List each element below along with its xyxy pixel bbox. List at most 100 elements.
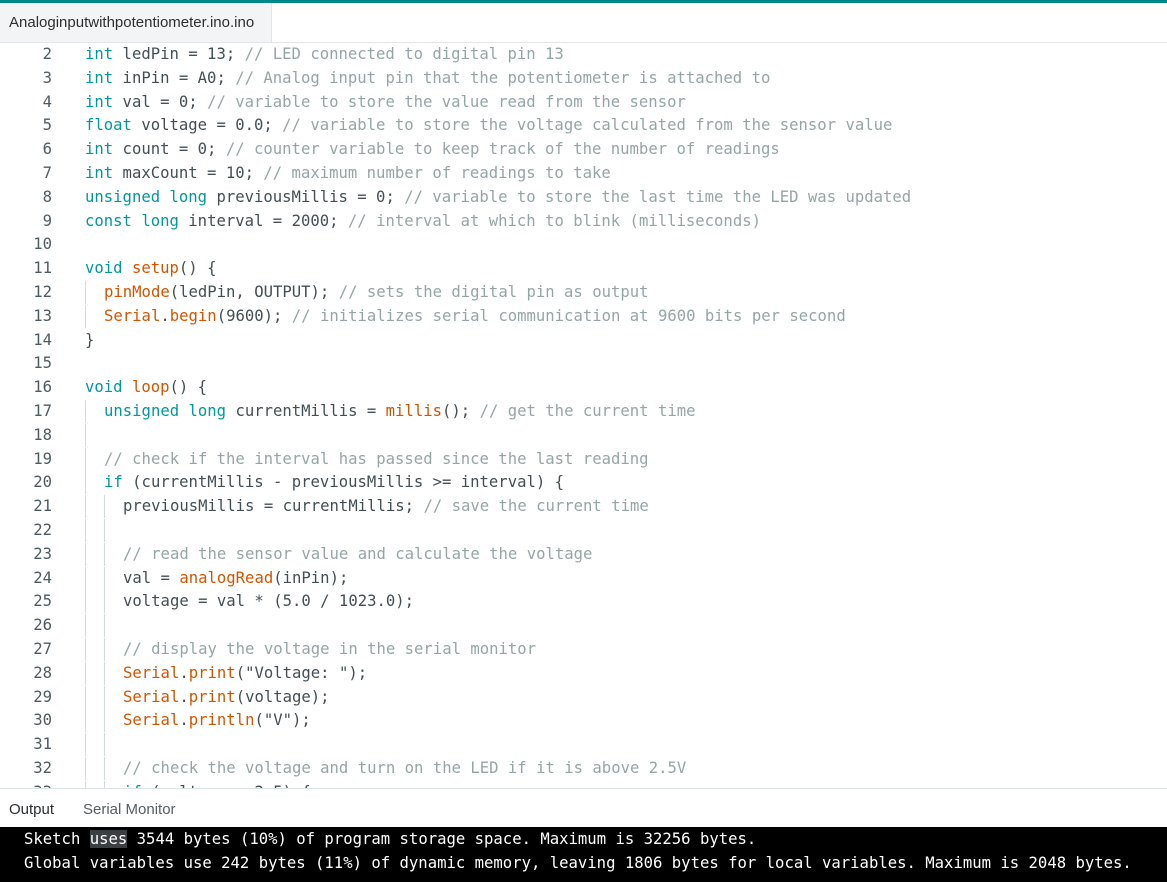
indent-guide [85,590,86,614]
indent-guide [104,519,105,542]
console-highlight: uses [89,830,128,848]
code-token: // save the current time [423,497,649,516]
code-token: long [169,187,208,206]
code-text: int val = 0; // variable to store the va… [85,91,686,114]
code-text: voltage = val * (5.0 / 1023.0); [123,590,414,613]
code-token: // Analog input pin that the potentiomet… [235,68,771,87]
code-token: val = [123,568,180,587]
code-text: Serial.begin(9600); // initializes seria… [104,305,846,328]
code-token: pinMode [104,283,170,301]
code-token: . [179,711,189,730]
code-text: // check the voltage and turn on the LED… [123,757,686,780]
code-token: setup [131,259,179,278]
line-number: 24 [33,568,52,587]
code-line: 20 if (currentMillis - previousMillis >= … [0,471,1167,495]
code-line: 17 unsigned long currentMillis = millis()… [0,400,1167,423]
code-editor[interactable]: 2 int ledPin = 13; // LED connected to di… [0,43,1167,788]
code-token: voltage = val * (5.0 / 1023.0); [123,592,415,611]
code-text: int inPin = A0; // Analog input pin that… [85,67,770,90]
indent-guide [104,780,105,788]
line-number: 9 [42,211,52,230]
code-text: val = analogRead(inPin); [123,567,348,590]
code-token: inPin = A0; [113,68,236,87]
code-text: // display the voltage in the serial mon… [123,638,536,661]
code-text: pinMode(ledPin, OUTPUT); // sets the dig… [104,281,649,304]
code-line: 32 // check the voltage and turn on the L… [0,757,1167,780]
code-text: float voltage = 0.0; // variable to stor… [85,114,892,137]
line-number: 23 [33,544,52,563]
indent-guide [85,423,86,447]
code-line: 2 int ledPin = 13; // LED connected to di… [0,43,1167,66]
line-number: 13 [33,306,52,325]
code-token: print [188,687,236,706]
indent-guide [104,566,105,590]
line-number: 5 [42,116,52,135]
code-text: void loop() { [85,376,207,399]
line-number: 22 [33,521,52,539]
code-line: 25 voltage = val * (5.0 / 1023.0); [0,590,1167,614]
code-token: // check if the interval has passed sinc… [104,449,649,468]
code-token: currentMillis = [226,402,386,420]
indent-guide [104,590,105,614]
code-text: Serial.print(voltage); [123,686,330,709]
console-line: Sketch uses 3544 bytes (10%) of program … [24,827,756,851]
code-line: 27 // display the voltage in the serial m… [0,638,1167,661]
indent-guide [85,566,86,590]
code-token: // counter variable to keep track of the… [225,140,780,159]
line-number: 31 [33,735,52,754]
indent-guide [104,614,105,638]
line-number: 32 [33,759,52,777]
code-token: // variable to store the last time the L… [404,187,912,206]
line-number: 19 [33,449,52,468]
code-token: previousMillis = currentMillis; [123,497,424,516]
file-tab[interactable]: Analoginputwithpotentiometer.ino.ino [0,3,272,42]
line-number: 26 [33,616,52,635]
line-number: 27 [33,640,52,658]
tab-output[interactable]: Output [9,789,54,827]
code-token: long [141,211,179,230]
code-token: // variable to store the voltage calcula… [282,116,893,135]
code-line: 8 unsigned long previousMillis = 0; // va… [0,186,1167,209]
code-line: 14} [0,329,1167,352]
line-number: 18 [33,425,52,444]
code-line: 7 int maxCount = 10; // maximum number of… [0,162,1167,185]
code-line: 21 previousMillis = currentMillis; // sav… [0,495,1167,519]
code-token: int [85,164,114,182]
code-line: 10 [0,233,1167,256]
indent-guide [85,400,86,423]
line-number: 15 [33,354,52,373]
indent-guide [85,733,86,757]
code-line: 15 [0,352,1167,375]
code-line: 5 float voltage = 0.0; // variable to sto… [0,114,1167,137]
code-line: 19 // check if the interval has passed si… [0,447,1167,471]
indent-guide [104,542,105,566]
line-number: 14 [33,330,52,349]
indent-guide [85,304,86,328]
output-console[interactable]: Sketch uses 3544 bytes (10%) of program … [0,827,1167,882]
indent-guide [85,614,86,638]
code-line: 28 Serial.print("Voltage: "); [0,661,1167,685]
code-token: if [104,473,123,492]
code-token: long [188,402,227,420]
indent-guide [85,471,86,495]
code-token: (); [442,402,480,420]
code-token: int [85,140,114,159]
console-text: Sketch [24,830,90,848]
code-text: unsigned long previousMillis = 0; // var… [85,186,911,209]
code-token: begin [169,306,217,325]
code-token: // interval at which to blink (milliseco… [347,211,761,230]
code-text: // check if the interval has passed sinc… [104,448,649,471]
code-line: 23 // read the sensor value and calculate… [0,542,1167,566]
code-token: (inPin); [273,568,349,587]
indent-guide [85,281,86,304]
tab-serial-monitor[interactable]: Serial Monitor [83,789,176,827]
code-line: 13 Serial.begin(9600); // initializes ser… [0,304,1167,328]
code-token: println [188,711,255,730]
code-token: () { [178,259,217,278]
code-token: unsigned [104,402,180,420]
code-text: void setup() { [85,257,216,280]
console-line: Global variables use 242 bytes (11%) of … [24,854,1132,872]
indent-guide [85,685,86,709]
code-line: 26 [0,614,1167,638]
